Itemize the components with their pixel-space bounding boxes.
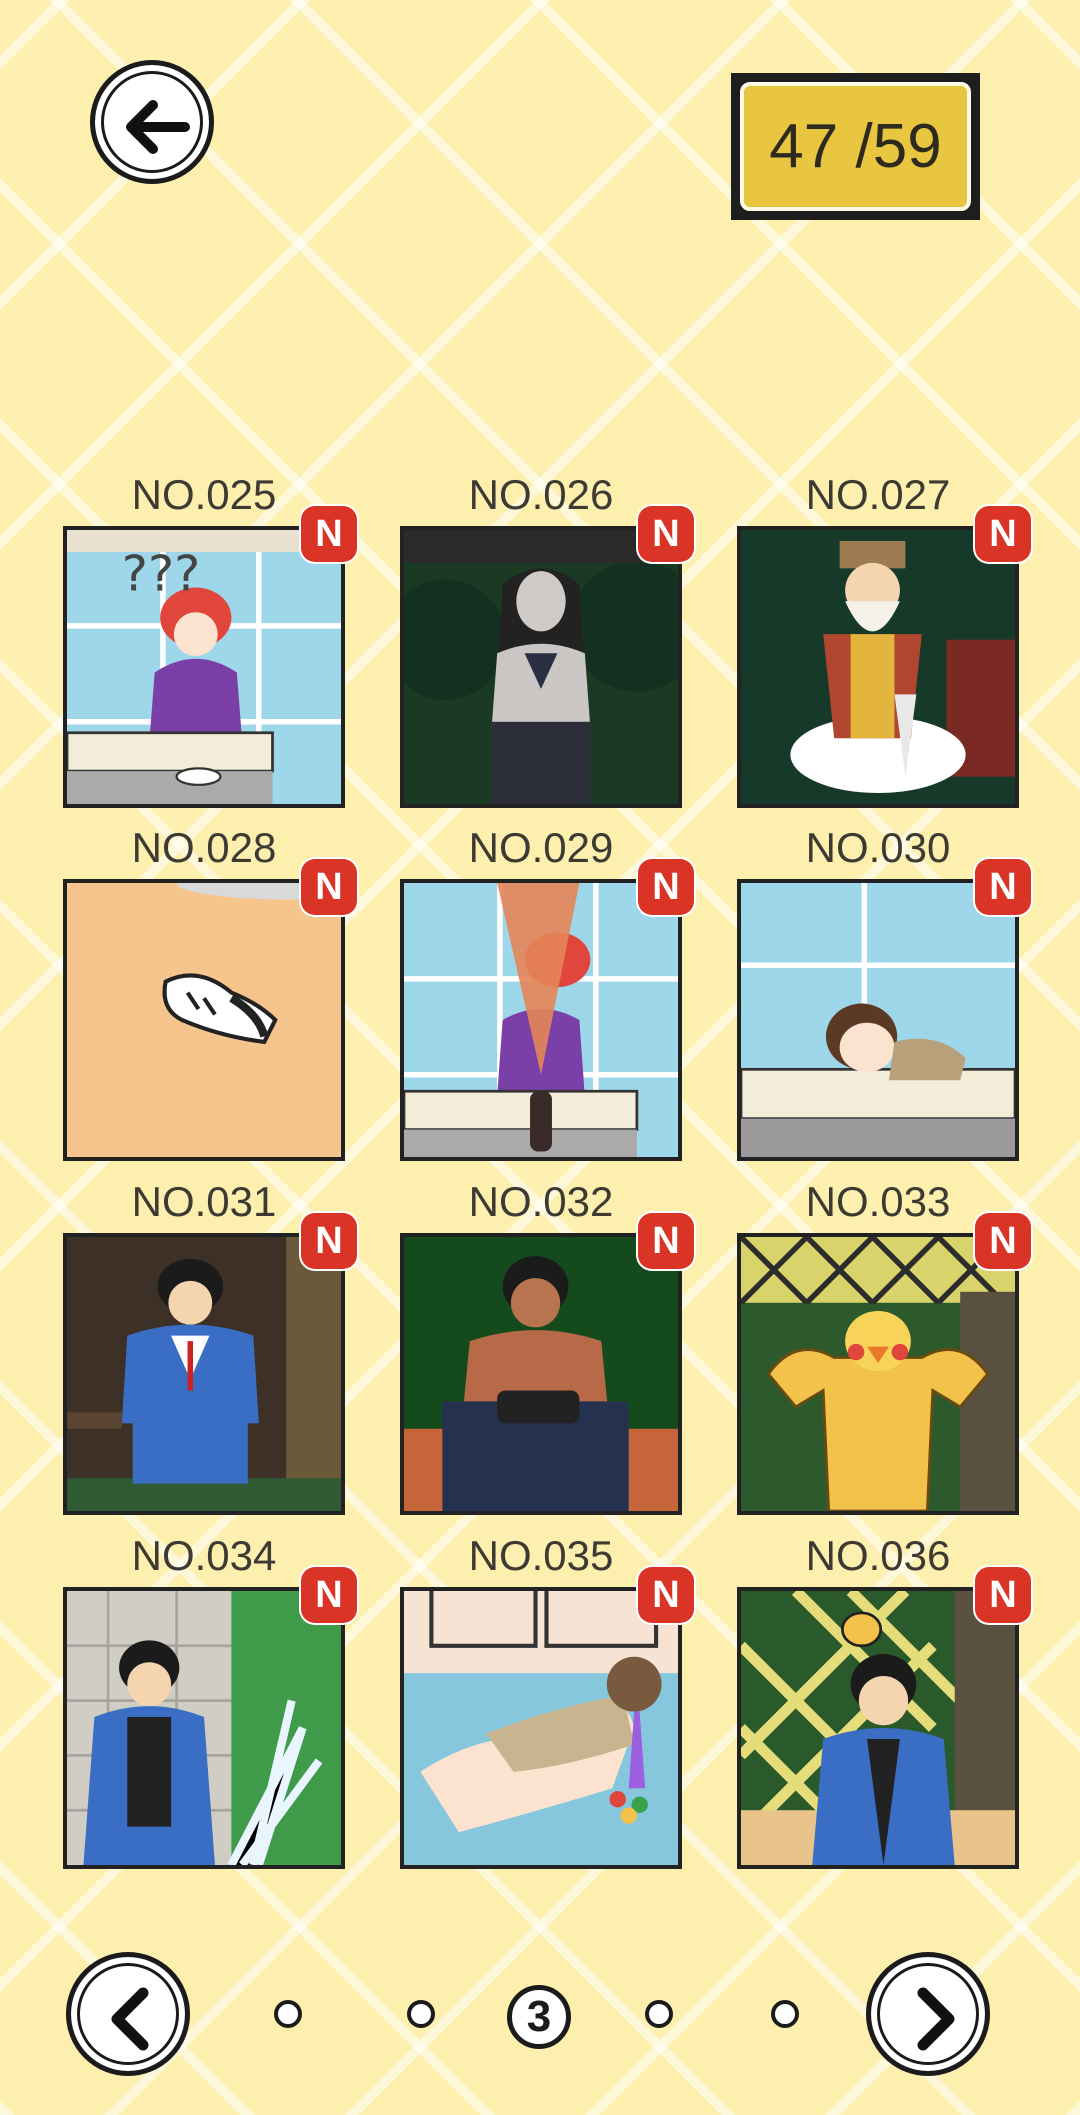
card-image: ??? [63, 526, 345, 808]
collection-progress: 47 /59 [731, 73, 980, 220]
collection-card[interactable]: NO.025 ??? N [63, 470, 357, 808]
card-image [400, 1587, 682, 1869]
card-image [400, 1233, 682, 1515]
new-badge: N [638, 1213, 694, 1269]
card-image [400, 879, 682, 1161]
card-image [737, 1233, 1019, 1515]
new-badge: N [975, 1213, 1031, 1269]
collection-card[interactable]: NO.032 N [400, 1177, 694, 1515]
card-image [63, 1233, 345, 1515]
svg-text:???: ??? [122, 544, 201, 602]
chevron-left-icon [111, 1987, 149, 2051]
collection-progress-text: 47 /59 [740, 82, 971, 211]
new-badge: N [638, 506, 694, 562]
card-image [737, 526, 1019, 808]
new-badge: N [301, 1213, 357, 1269]
card-image [400, 526, 682, 808]
chevron-right-icon [917, 1987, 955, 2051]
new-badge: N [301, 1567, 357, 1623]
new-badge: N [975, 1567, 1031, 1623]
collection-card[interactable]: NO.033 N [737, 1177, 1031, 1515]
page-dot[interactable] [407, 2000, 435, 2028]
card-image [63, 879, 345, 1161]
new-badge: N [975, 859, 1031, 915]
card-image [63, 1587, 345, 1869]
new-badge: N [301, 859, 357, 915]
prev-page-button[interactable] [66, 1952, 190, 2076]
collection-card[interactable]: NO.027 N [737, 470, 1031, 808]
collection-card[interactable]: NO.026 N [400, 470, 694, 808]
new-badge: N [975, 506, 1031, 562]
new-badge: N [638, 1567, 694, 1623]
collection-card[interactable]: NO.036 N [737, 1531, 1031, 1869]
collection-card[interactable]: NO.028 N [63, 823, 357, 1161]
collection-card[interactable]: NO.035 N [400, 1531, 694, 1869]
page-dot[interactable] [645, 2000, 673, 2028]
next-page-button[interactable] [866, 1952, 990, 2076]
card-image [737, 879, 1019, 1161]
collection-card[interactable]: NO.029 N [400, 823, 694, 1161]
collection-card[interactable]: NO.031 N [63, 1177, 357, 1515]
page-dot[interactable] [771, 2000, 799, 2028]
new-badge: N [638, 859, 694, 915]
card-image [737, 1587, 1019, 1869]
back-arrow-icon [126, 100, 190, 154]
back-button[interactable] [90, 60, 214, 184]
collection-card[interactable]: NO.034 N [63, 1531, 357, 1869]
new-badge: N [301, 506, 357, 562]
page-dot[interactable] [274, 2000, 302, 2028]
collection-card[interactable]: NO.030 N [737, 823, 1031, 1161]
current-page-indicator: 3 [507, 1985, 571, 2049]
